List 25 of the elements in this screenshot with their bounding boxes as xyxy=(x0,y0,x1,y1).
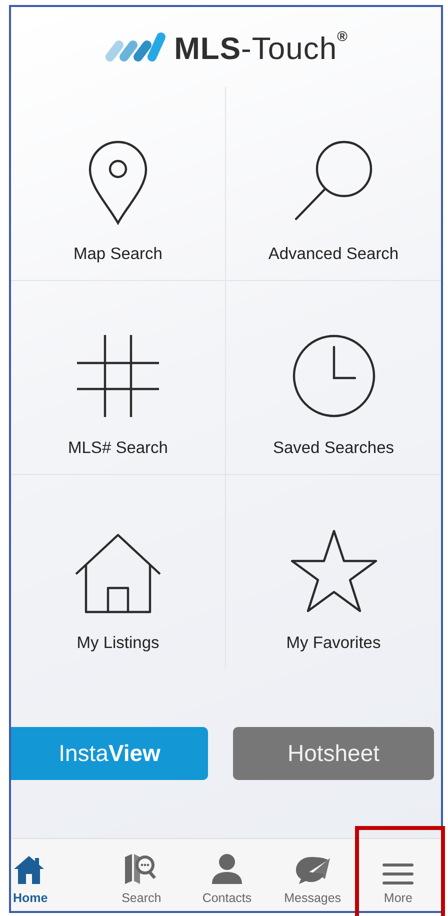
menu-tile[interactable]: Saved Searches xyxy=(226,281,441,475)
menu-tile[interactable]: Advanced Search xyxy=(226,87,441,281)
menu-tile[interactable]: My Favorites xyxy=(226,475,441,669)
tab-bar-item[interactable]: More xyxy=(355,839,441,911)
tab-bar-item[interactable]: Home xyxy=(11,839,99,911)
chat-plane-icon xyxy=(294,855,331,885)
menu-tile[interactable]: MLS# Search xyxy=(11,281,226,475)
logo-icon xyxy=(104,32,166,62)
home-icon xyxy=(13,855,45,885)
star-icon xyxy=(288,528,378,614)
hotsheet-button[interactable]: Hotsheet xyxy=(233,727,434,780)
tab-bar-item[interactable]: Messages xyxy=(270,839,356,911)
menu-tile[interactable]: Map Search xyxy=(11,87,226,281)
instaview-button[interactable]: InstaView xyxy=(11,727,208,780)
person-icon xyxy=(210,853,243,885)
menu-tile[interactable]: My Listings xyxy=(11,475,226,669)
tab-bar-item[interactable]: Search xyxy=(98,839,184,911)
clock-icon xyxy=(290,333,376,419)
map-search-icon xyxy=(124,853,158,885)
map-pin-icon xyxy=(86,139,150,225)
hash-icon xyxy=(75,333,161,419)
menu-icon xyxy=(382,863,414,885)
tab-bar-item[interactable]: Contacts xyxy=(184,839,270,911)
house-icon xyxy=(73,532,163,614)
app-logo-text: MLS-Touch$^{®}$ xyxy=(174,28,348,66)
